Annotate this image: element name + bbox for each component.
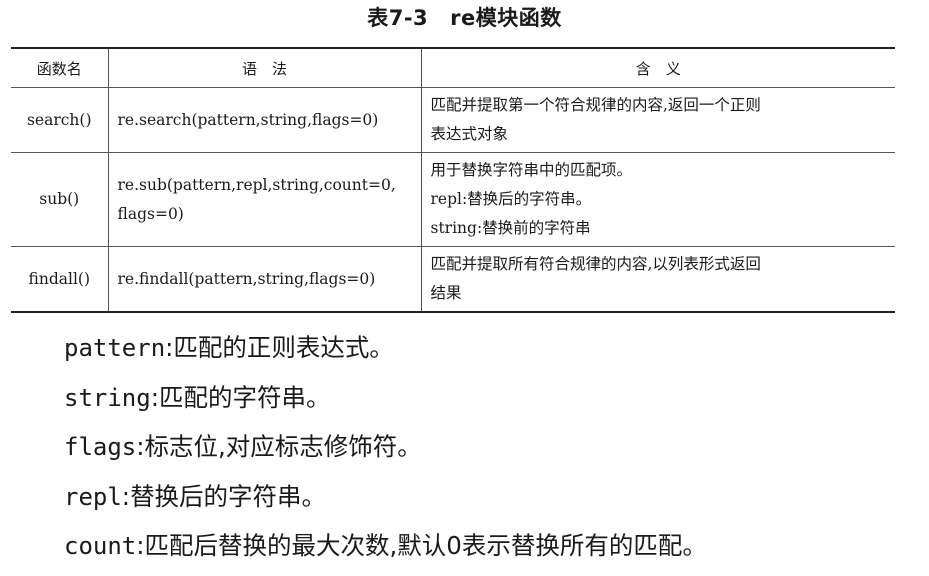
syntax-line: re.findall(pattern,string,flags=0) <box>117 269 376 288</box>
parameter-definitions: pattern:匹配的正则表达式。 string:匹配的字符串。 flags:标… <box>64 328 707 576</box>
meaning-line: repl:替换后的字符串。 <box>430 190 592 208</box>
definition-term: string <box>64 383 151 412</box>
function-name-cell: findall() <box>11 246 109 313</box>
definition-item: pattern:匹配的正则表达式。 <box>64 328 707 378</box>
header-function-name: 函数名 <box>11 47 109 88</box>
syntax-cell: re.sub(pattern,repl,string,count=0, flag… <box>107 152 422 247</box>
table-row: search() re.search(pattern,string,flags=… <box>11 87 895 153</box>
syntax-cell: re.findall(pattern,string,flags=0) <box>107 246 422 313</box>
meaning-line: string:替换前的字符串 <box>430 219 591 237</box>
definition-text: 替换后的字符串。 <box>130 481 327 511</box>
re-functions-table: 函数名 语 法 含 义 search() re.search(pattern,s… <box>11 47 895 313</box>
table-header-row: 函数名 语 法 含 义 <box>11 47 895 88</box>
table-title: re模块函数 <box>450 6 562 30</box>
meaning-cell: 用于替换字符串中的匹配项。 repl:替换后的字符串。 string:替换前的字… <box>420 152 895 247</box>
meaning-cell: 匹配并提取第一个符合规律的内容,返回一个正则 表达式对象 <box>420 87 895 153</box>
definition-term: pattern <box>64 334 166 362</box>
table-caption: 表7-3 re模块函数 <box>0 4 929 32</box>
header-syntax: 语 法 <box>107 47 422 88</box>
meaning-cell: 匹配并提取所有符合规律的内容,以列表形式返回 结果 <box>420 246 895 313</box>
function-name-cell: sub() <box>11 152 109 247</box>
definition-separator: : <box>136 531 145 560</box>
definition-item: flags:标志位,对应标志修饰符。 <box>64 427 707 477</box>
definition-separator: : <box>150 382 159 412</box>
definition-term: count <box>64 532 137 560</box>
table-row: findall() re.findall(pattern,string,flag… <box>11 246 895 313</box>
meaning-line: 匹配并提取所有符合规律的内容,以列表形式返回 <box>430 255 761 273</box>
syntax-line: re.search(pattern,string,flags=0) <box>117 110 379 129</box>
meaning-line: 结果 <box>430 284 462 302</box>
meaning-line: 表达式对象 <box>430 125 509 143</box>
definition-text: 匹配的字符串。 <box>158 382 331 412</box>
definition-separator: : <box>121 481 131 511</box>
definition-item: repl:替换后的字符串。 <box>64 477 707 527</box>
syntax-line: re.sub(pattern,repl,string,count=0, <box>117 175 396 194</box>
syntax-cell: re.search(pattern,string,flags=0) <box>107 87 422 153</box>
definition-separator: : <box>136 432 145 461</box>
function-name-cell: search() <box>11 87 109 153</box>
definition-item: string:匹配的字符串。 <box>64 378 707 428</box>
syntax-line: flags=0) <box>117 204 184 223</box>
definition-text: 匹配后替换的最大次数,默认0表示替换所有的匹配。 <box>144 531 707 560</box>
table-number: 表7-3 <box>367 6 429 30</box>
definition-item: count:匹配后替换的最大次数,默认0表示替换所有的匹配。 <box>64 526 707 576</box>
meaning-line: 匹配并提取第一个符合规律的内容,返回一个正则 <box>430 96 761 114</box>
definition-text: 匹配的正则表达式。 <box>173 333 394 362</box>
header-meaning: 含 义 <box>420 47 895 88</box>
table-row: sub() re.sub(pattern,repl,string,count=0… <box>11 152 895 247</box>
definition-term: flags <box>64 433 137 461</box>
definition-term: repl <box>64 482 122 511</box>
meaning-line: 用于替换字符串中的匹配项。 <box>430 161 633 179</box>
definition-text: 标志位,对应标志修饰符。 <box>144 432 422 461</box>
